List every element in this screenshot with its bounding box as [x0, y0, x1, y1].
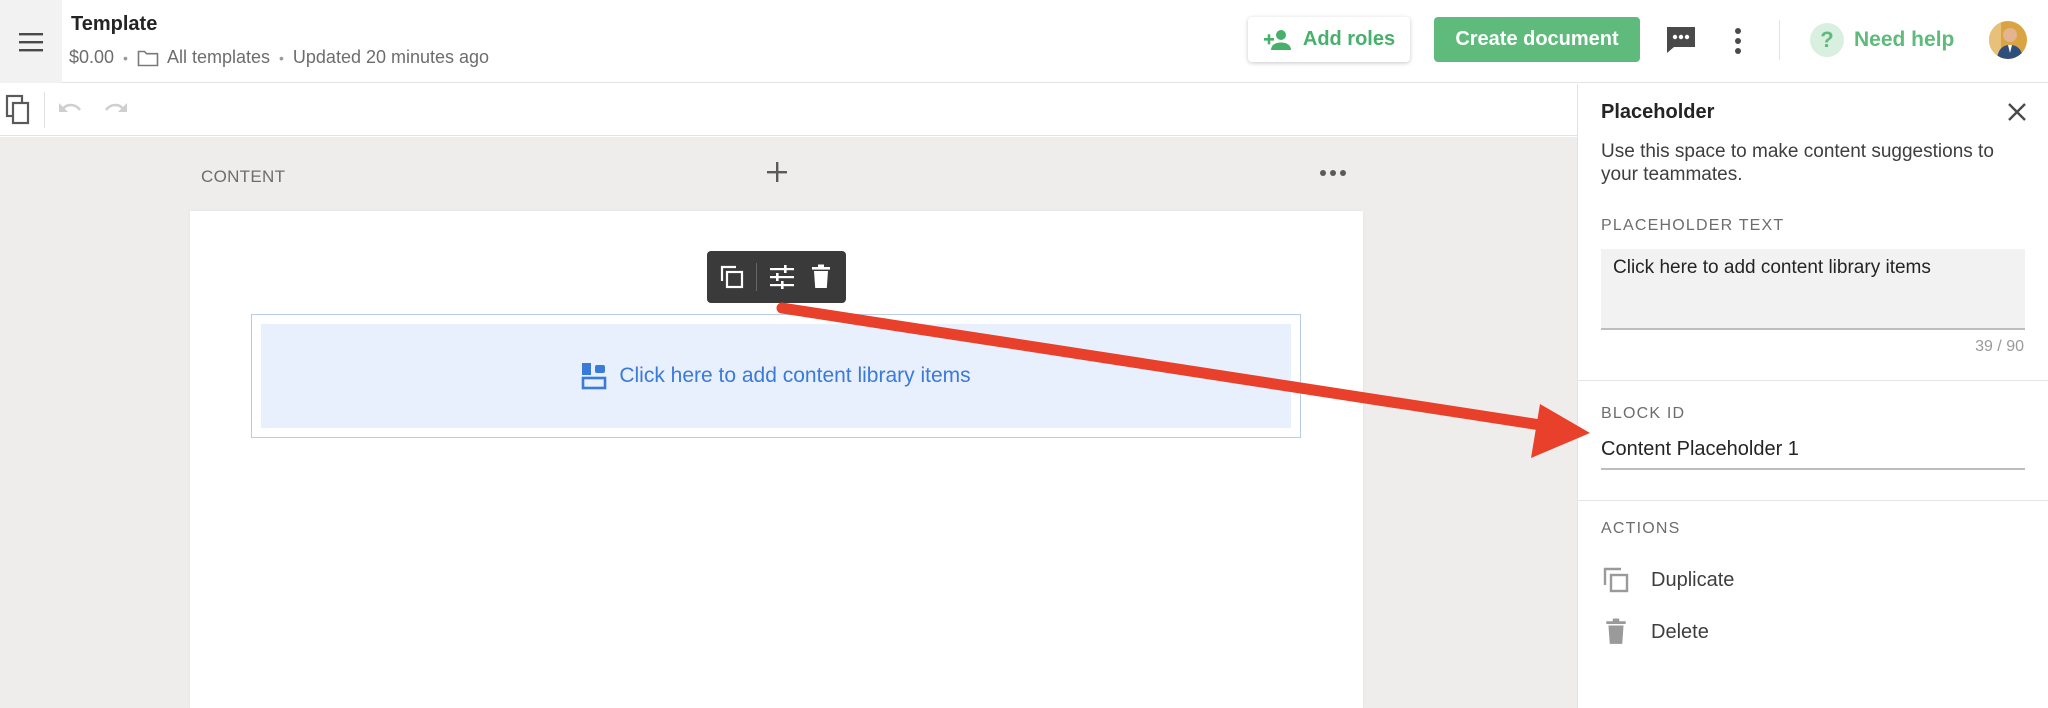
create-document-button[interactable]: Create document — [1434, 17, 1640, 62]
user-avatar[interactable] — [1989, 21, 2027, 59]
editor-toolbar — [0, 84, 1577, 136]
placeholder-text: Click here to add content library items — [619, 364, 971, 387]
sliders-icon — [769, 265, 794, 289]
placeholder-text-label: PLACEHOLDER TEXT — [1601, 217, 1785, 234]
block-id-input[interactable] — [1601, 430, 2025, 470]
panel-title: Placeholder — [1601, 101, 1715, 123]
plus-icon — [767, 162, 787, 182]
undo-icon — [59, 103, 82, 112]
redo-icon — [104, 103, 127, 112]
block-id-label: BLOCK ID — [1601, 405, 1686, 422]
need-help-label: Need help — [1854, 28, 1955, 51]
placeholder-settings-panel: Placeholder Use this space to make conte… — [1577, 84, 2048, 708]
chat-icon — [1667, 27, 1695, 53]
section-more-button[interactable] — [1320, 163, 1346, 183]
content-library-icon — [582, 363, 607, 390]
section-label: CONTENT — [201, 167, 286, 186]
updated-timestamp: Updated 20 minutes ago — [292, 47, 490, 67]
need-help-button[interactable]: ? Need help — [1810, 22, 1954, 58]
trash-icon — [1601, 617, 1631, 647]
character-count: 39 / 90 — [1975, 338, 2024, 355]
duplicate-icon — [720, 265, 744, 289]
duplicate-action[interactable]: Duplicate — [1601, 562, 1734, 598]
help-icon: ? — [1810, 23, 1844, 57]
actions-label: ACTIONS — [1601, 520, 1681, 537]
close-icon — [2008, 103, 2026, 121]
avatar-icon — [1989, 21, 2027, 59]
add-roles-label: Add roles — [1302, 28, 1396, 50]
pages-icon — [5, 94, 30, 125]
block-delete-button[interactable] — [806, 262, 836, 292]
delete-label: Delete — [1651, 620, 1709, 643]
add-roles-button[interactable]: Add roles — [1248, 17, 1410, 62]
top-header: Template $0.00 • All templates • Updated… — [0, 0, 2048, 83]
pages-button[interactable] — [4, 94, 32, 126]
folder-icon — [137, 49, 159, 67]
trash-icon — [811, 264, 830, 288]
undo-button[interactable] — [56, 98, 84, 122]
folder-link[interactable]: All templates — [167, 47, 270, 68]
add-person-icon — [1263, 29, 1291, 50]
block-settings-button[interactable] — [767, 262, 797, 292]
duplicate-label: Duplicate — [1651, 568, 1735, 591]
content-placeholder-area[interactable]: Click here to add content library items — [261, 324, 1291, 428]
block-duplicate-button[interactable] — [717, 262, 747, 292]
comments-button[interactable] — [1664, 24, 1698, 56]
menu-button[interactable] — [0, 0, 62, 83]
panel-description: Use this space to make content suggestio… — [1601, 141, 1994, 185]
close-panel-button[interactable] — [2005, 100, 2029, 124]
more-options-button[interactable] — [1727, 24, 1749, 58]
more-vertical-icon — [1735, 28, 1741, 54]
document-meta: $0.00 • All templates • Updated 20 minut… — [69, 47, 490, 68]
duplicate-icon — [1601, 565, 1631, 595]
document-price: $0.00 — [69, 47, 115, 67]
more-horizontal-icon — [1320, 170, 1326, 176]
hamburger-icon — [19, 32, 43, 51]
add-block-button[interactable] — [764, 159, 790, 185]
delete-action[interactable]: Delete — [1601, 614, 1709, 650]
content-placeholder-block[interactable]: Click here to add content library items — [251, 314, 1301, 438]
placeholder-text-input[interactable]: Click here to add content library items — [1601, 249, 2025, 330]
redo-button[interactable] — [102, 98, 130, 122]
block-toolbar — [707, 251, 846, 303]
document-title[interactable]: Template — [71, 13, 157, 36]
